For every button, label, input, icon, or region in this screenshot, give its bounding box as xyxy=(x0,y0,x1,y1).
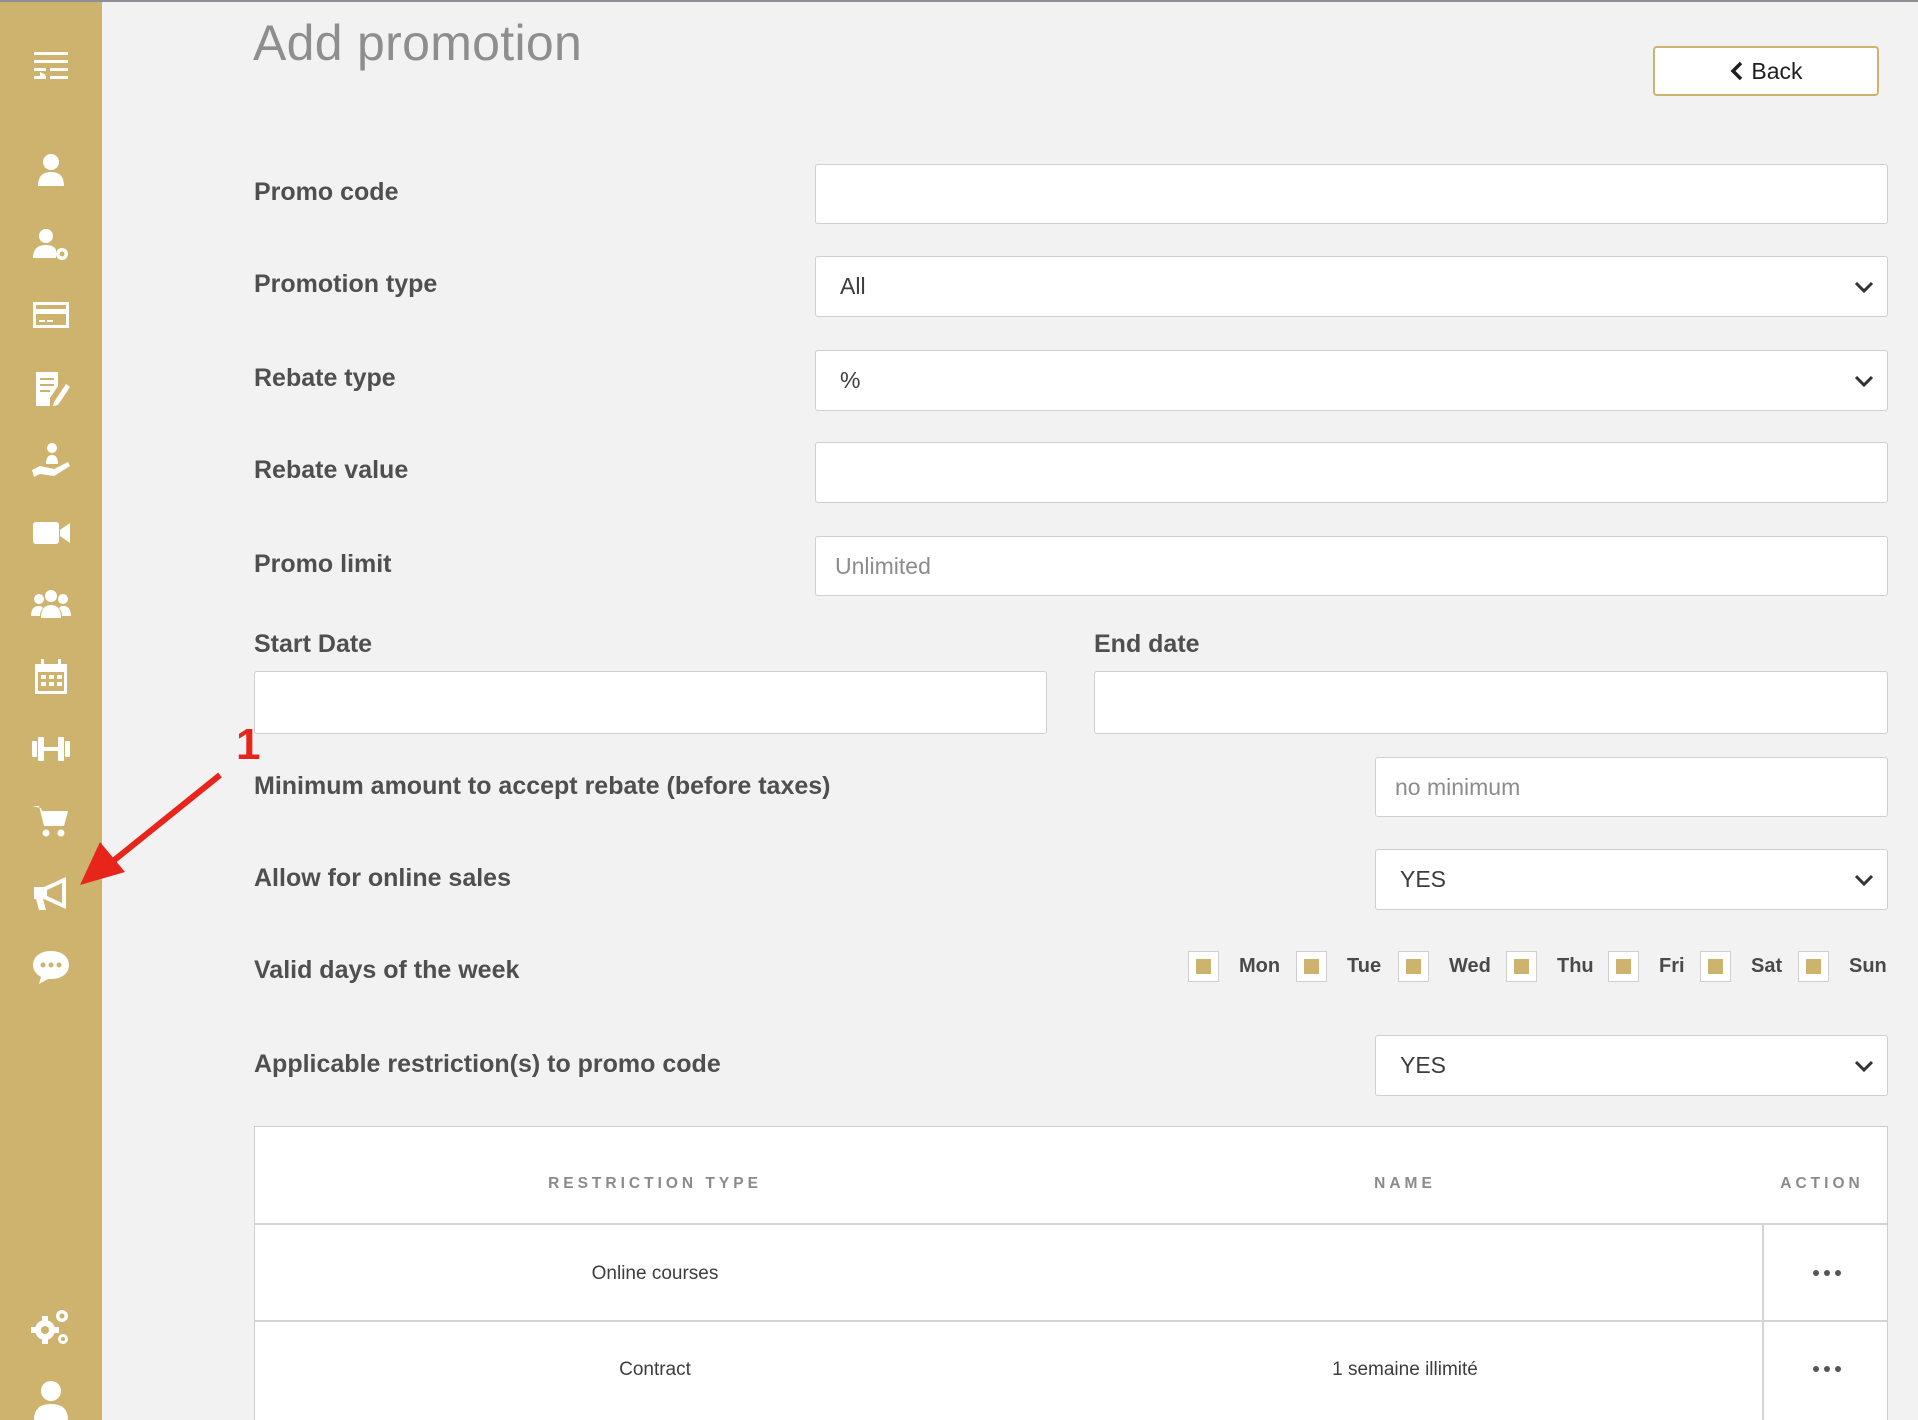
day-thu[interactable]: Thu xyxy=(1506,951,1594,982)
menu-toggle-icon[interactable] xyxy=(24,40,78,94)
chevron-down-icon xyxy=(1854,281,1874,293)
video-camera-icon[interactable] xyxy=(24,506,78,560)
user-settings-icon[interactable] xyxy=(24,218,78,272)
calendar-icon[interactable] xyxy=(24,650,78,704)
rebate-value-input[interactable] xyxy=(815,442,1888,503)
valid-days-label: Valid days of the week xyxy=(254,956,520,984)
chevron-left-icon xyxy=(1730,61,1743,81)
promotion-type-label: Promotion type xyxy=(254,270,438,298)
day-label: Mon xyxy=(1239,955,1281,977)
table-header-type: RESTRICTION TYPE xyxy=(548,1175,762,1192)
day-checkbox[interactable] xyxy=(1188,951,1219,982)
table-divider xyxy=(255,1320,1887,1322)
day-mon[interactable]: Mon xyxy=(1188,951,1280,982)
rebate-type-label: Rebate type xyxy=(254,364,396,392)
page-title: Add promotion xyxy=(253,15,583,71)
day-checkbox[interactable] xyxy=(1798,951,1829,982)
restrictions-select[interactable]: YES xyxy=(1375,1035,1888,1096)
day-fri[interactable]: Fri xyxy=(1608,951,1685,982)
day-tue[interactable]: Tue xyxy=(1296,951,1381,982)
day-label: Sat xyxy=(1751,955,1783,977)
chat-bubble-icon[interactable] xyxy=(24,940,78,994)
day-checkbox[interactable] xyxy=(1608,951,1639,982)
hand-holding-person-icon[interactable] xyxy=(24,434,78,488)
day-label: Wed xyxy=(1449,955,1491,977)
day-label: Tue xyxy=(1347,955,1382,977)
row-name: 1 semaine illimité xyxy=(1332,1359,1478,1380)
day-label: Fri xyxy=(1659,955,1685,977)
restrictions-value: YES xyxy=(1400,1052,1447,1078)
table-divider xyxy=(255,1223,1887,1225)
back-button-label: Back xyxy=(1751,57,1803,84)
gears-icon[interactable] xyxy=(24,1300,78,1354)
day-wed[interactable]: Wed xyxy=(1398,951,1491,982)
online-sales-value: YES xyxy=(1400,866,1447,892)
table-header-action: ACTION xyxy=(1780,1175,1864,1192)
day-checkbox[interactable] xyxy=(1296,951,1327,982)
table-column-divider xyxy=(1762,1223,1764,1420)
main-content: Add promotion Back Promo code Promotion … xyxy=(102,2,1918,1420)
online-sales-label: Allow for online sales xyxy=(254,864,511,892)
promo-code-input[interactable] xyxy=(815,164,1888,224)
end-date-label: End date xyxy=(1094,630,1200,658)
account-icon[interactable] xyxy=(24,1372,78,1420)
day-checkbox[interactable] xyxy=(1506,951,1537,982)
promo-code-label: Promo code xyxy=(254,178,399,206)
restrictions-label: Applicable restriction(s) to promo code xyxy=(254,1050,721,1078)
row-type: Contract xyxy=(619,1359,691,1380)
back-button[interactable]: Back xyxy=(1653,46,1879,96)
start-date-label: Start Date xyxy=(254,630,373,658)
row-actions-button[interactable] xyxy=(1807,1263,1847,1283)
start-date-input[interactable] xyxy=(254,671,1047,734)
chevron-down-icon xyxy=(1854,375,1874,387)
rebate-type-select[interactable]: % xyxy=(815,350,1888,411)
promo-limit-label: Promo limit xyxy=(254,550,392,578)
edit-document-icon[interactable] xyxy=(24,362,78,416)
day-checkbox[interactable] xyxy=(1700,951,1731,982)
rebate-value-label: Rebate value xyxy=(254,456,409,484)
group-icon[interactable] xyxy=(24,578,78,632)
annotation-number: 1 xyxy=(236,720,261,769)
row-actions-button[interactable] xyxy=(1807,1359,1847,1379)
row-type: Online courses xyxy=(591,1263,719,1284)
chevron-down-icon xyxy=(1854,874,1874,886)
sidebar xyxy=(0,2,102,1420)
end-date-input[interactable] xyxy=(1094,671,1888,734)
day-checkbox[interactable] xyxy=(1398,951,1429,982)
credit-card-icon[interactable] xyxy=(24,288,78,342)
annotation-arrow-icon xyxy=(80,772,222,885)
promotion-type-value: All xyxy=(840,273,866,299)
day-sun[interactable]: Sun xyxy=(1798,951,1887,982)
online-sales-select[interactable]: YES xyxy=(1375,849,1888,910)
day-sat[interactable]: Sat xyxy=(1700,951,1782,982)
day-label: Sun xyxy=(1849,955,1887,977)
rebate-type-value: % xyxy=(840,367,861,393)
minimum-amount-input[interactable]: no minimum xyxy=(1375,757,1888,817)
promotion-type-select[interactable]: All xyxy=(815,256,1888,317)
minimum-amount-label: Minimum amount to accept rebate (before … xyxy=(254,772,831,800)
day-label: Thu xyxy=(1557,955,1594,977)
chevron-down-icon xyxy=(1854,1060,1874,1072)
user-icon[interactable] xyxy=(24,144,78,198)
restrictions-table: RESTRICTION TYPE NAME ACTION Online cour… xyxy=(254,1126,1888,1420)
table-header-name: NAME xyxy=(1374,1175,1436,1192)
promo-limit-input[interactable]: Unlimited xyxy=(815,536,1888,596)
